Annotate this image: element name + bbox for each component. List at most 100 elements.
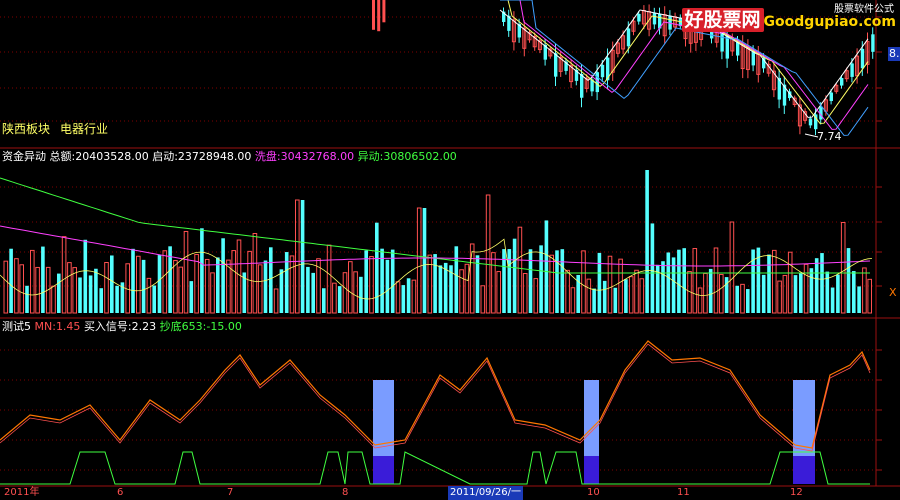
volume-bar <box>146 277 152 314</box>
sector-label-electrical[interactable]: 电器行业 <box>60 122 108 136</box>
volume-bar <box>173 260 178 314</box>
volume-bar <box>332 282 337 314</box>
volume-bar <box>650 223 655 313</box>
stock-chart-canvas[interactable] <box>0 0 900 496</box>
volume-bar <box>110 255 114 313</box>
volume-bar <box>83 239 88 313</box>
volume-bar <box>284 252 289 313</box>
volume-bar <box>269 247 273 313</box>
volume-close-marker[interactable]: X <box>889 286 897 300</box>
start-value: 23728948.00 <box>177 150 252 163</box>
watermark-logo: 好股票网 Goodgupiao.com <box>681 8 896 32</box>
volume-bar <box>157 255 162 313</box>
candle <box>372 0 375 30</box>
right-axis-ticks <box>876 16 882 471</box>
date-label-oct: 10 <box>587 487 600 498</box>
volume-bar <box>761 274 766 313</box>
mn-label: MN: <box>34 320 56 333</box>
volume-bar <box>560 249 565 313</box>
sector-label-shaanxi[interactable]: 陕西板块 <box>2 122 50 136</box>
volume-bar <box>162 250 168 314</box>
volume-bar <box>375 222 379 313</box>
volume-bar <box>517 226 523 314</box>
volume-bar <box>522 273 528 314</box>
date-label-aug: 8 <box>342 487 349 498</box>
candle-body <box>652 12 657 25</box>
volume-bar <box>416 207 422 314</box>
volume-bar <box>544 220 549 313</box>
volume-bar <box>61 236 67 314</box>
wash-label: 洗盘: <box>254 150 281 163</box>
volume-bar <box>565 269 570 314</box>
volume-bar <box>692 248 698 314</box>
volume-bar <box>586 278 592 314</box>
volume-bar <box>549 254 555 314</box>
indicator-panel-header: 测试5 MN:1.45 买入信号:2.23 抄底653:-15.00 <box>2 320 242 334</box>
volume-bar <box>57 273 61 313</box>
volume-bar <box>793 275 798 313</box>
volume-bar <box>799 272 803 313</box>
volume-bar <box>507 249 512 313</box>
volume-bar <box>645 170 649 313</box>
volume-bar <box>708 268 713 313</box>
volume-bar <box>19 264 24 314</box>
volume-bar <box>570 287 576 314</box>
watermark-site: Goodgupiao.com <box>763 14 896 30</box>
volume-bar <box>67 262 72 314</box>
volume-bar <box>830 287 835 313</box>
volume-bar <box>41 246 45 313</box>
volume-bar <box>216 257 220 313</box>
volume-bar <box>104 262 109 314</box>
volume-bar <box>480 285 486 314</box>
volume-bar <box>607 255 613 314</box>
signal-base <box>793 456 815 484</box>
volume-bar <box>364 250 368 313</box>
candle-body <box>829 92 833 102</box>
date-label-nov: 11 <box>677 487 690 498</box>
volume-bar <box>746 289 750 313</box>
volume-bar <box>279 269 284 313</box>
volume-panel-title: 资金异动 <box>2 150 46 163</box>
volume-bar <box>263 260 268 313</box>
volume-bar <box>592 288 596 313</box>
volume-bar <box>782 274 788 314</box>
volume-bar <box>787 251 793 314</box>
volume-bar <box>189 281 194 313</box>
bottom-fishing-value: -15.00 <box>206 320 242 333</box>
volume-bar <box>369 256 374 314</box>
candle-body <box>840 78 844 86</box>
volume-bar <box>634 269 639 314</box>
abnormal-value: 30806502.00 <box>383 150 457 163</box>
volume-bar <box>411 279 417 314</box>
signal-base <box>373 456 394 484</box>
volume-bar <box>767 254 771 313</box>
volume-bar <box>820 253 824 313</box>
volume-bar <box>624 279 628 313</box>
volume-bar <box>581 250 586 314</box>
candle-body <box>850 63 854 77</box>
volume-bar <box>454 246 459 313</box>
volume-bar <box>51 285 56 314</box>
wash-value: 30432768.00 <box>280 150 355 163</box>
start-label: 启动: <box>152 150 178 163</box>
volume-bar <box>178 266 183 314</box>
volume-bar <box>115 285 119 313</box>
volume-bars <box>3 170 873 314</box>
indicator-mn-line <box>0 340 871 449</box>
bottom-fishing-label: 抄底653: <box>159 320 207 333</box>
volume-bar <box>803 263 809 314</box>
volume-bar <box>342 272 348 314</box>
volume-bar <box>528 249 533 313</box>
volume-bar <box>602 280 607 313</box>
volume-bar <box>9 248 13 313</box>
volume-bar <box>401 285 406 313</box>
abnormal-label: 异动: <box>357 150 384 163</box>
volume-bar <box>491 252 496 314</box>
buy-signal-value: 2.23 <box>131 320 157 333</box>
mn-value: 1.45 <box>55 320 81 333</box>
volume-bar <box>628 276 634 314</box>
volume-bar <box>729 221 735 314</box>
signal-base <box>584 456 599 484</box>
volume-bar <box>385 259 390 313</box>
date-label-cursor[interactable]: 2011/09/26/一 <box>448 486 524 500</box>
